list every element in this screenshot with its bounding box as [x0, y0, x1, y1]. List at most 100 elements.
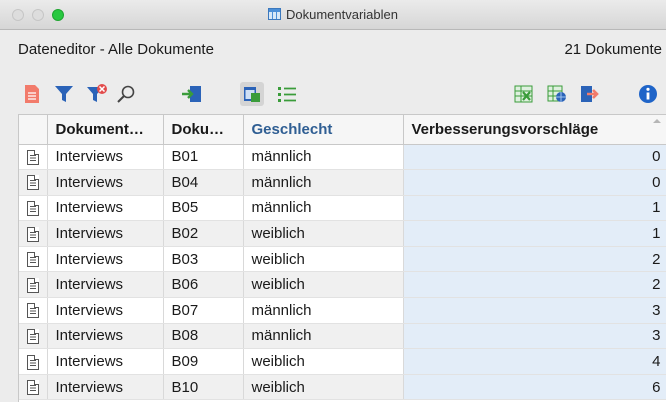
go-to-document-button[interactable] — [180, 82, 204, 106]
table-row[interactable]: Interviews B02 weiblich 1 — [19, 220, 666, 247]
cell-document-name[interactable]: B05 — [163, 195, 244, 222]
cell-document-name[interactable]: B07 — [163, 297, 244, 324]
cell-document-group[interactable]: Interviews — [47, 220, 164, 247]
table-row[interactable]: Interviews B09 weiblich 4 — [19, 348, 666, 375]
filter-button[interactable] — [52, 82, 76, 106]
table-row[interactable]: Interviews B07 männlich 3 — [19, 297, 666, 324]
cell-suggestions[interactable]: 2 — [403, 246, 666, 273]
toolbar — [0, 74, 666, 114]
cell-gender[interactable]: männlich — [243, 144, 404, 171]
cell-suggestions[interactable]: 1 — [403, 195, 666, 222]
editor-header: Dateneditor - Alle Dokumente 21 Dokument… — [0, 30, 666, 74]
cell-document-name[interactable]: B06 — [163, 271, 244, 299]
document-icon-cell[interactable] — [19, 348, 48, 375]
cell-document-group[interactable]: Interviews — [47, 246, 164, 273]
document-icon — [26, 303, 39, 319]
sort-indicator-icon — [652, 119, 661, 123]
document-icon-cell[interactable] — [19, 323, 48, 350]
document-icon-cell[interactable] — [19, 374, 48, 401]
document-icon — [26, 149, 39, 165]
cell-document-group[interactable]: Interviews — [47, 297, 164, 324]
table-row[interactable]: Interviews B05 männlich 1 — [19, 195, 666, 222]
cell-gender[interactable]: männlich — [243, 297, 404, 324]
window-title-text: Dokumentvariablen — [285, 7, 398, 22]
cell-suggestions[interactable]: 6 — [403, 374, 666, 401]
document-icon-cell[interactable] — [19, 169, 48, 196]
document-icon — [26, 354, 39, 370]
cell-gender[interactable]: weiblich — [243, 374, 404, 401]
arrow-into-icon — [182, 86, 201, 102]
export-button[interactable] — [578, 82, 602, 106]
table-view-button[interactable] — [240, 82, 264, 106]
cell-document-name[interactable]: B01 — [163, 144, 244, 171]
export-excel-button[interactable] — [512, 82, 536, 106]
cell-suggestions[interactable]: 4 — [403, 348, 666, 375]
filter-remove-icon — [87, 84, 107, 102]
table-row[interactable]: Interviews B04 männlich 0 — [19, 169, 666, 196]
title-bar: Dokumentvariablen — [0, 0, 666, 30]
column-header-suggestions[interactable]: Verbesserungsvorschläge — [403, 115, 666, 145]
cell-suggestions[interactable]: 3 — [403, 297, 666, 324]
web-export-icon — [547, 85, 566, 102]
document-icon-cell[interactable] — [19, 195, 48, 222]
info-button[interactable] — [636, 82, 660, 106]
document-icon-cell[interactable] — [19, 220, 48, 247]
cell-document-name[interactable]: B09 — [163, 348, 244, 375]
document-icon-cell[interactable] — [19, 144, 48, 171]
header-row: Dokument… Doku… Geschlecht Verbesserungs… — [19, 115, 666, 145]
cell-suggestions[interactable]: 3 — [403, 323, 666, 350]
cell-gender[interactable]: männlich — [243, 195, 404, 222]
list-view-button[interactable] — [275, 82, 299, 106]
table-row[interactable]: Interviews B03 weiblich 2 — [19, 246, 666, 273]
cell-document-name[interactable]: B03 — [163, 246, 244, 273]
cell-document-name[interactable]: B02 — [163, 220, 244, 247]
document-icon-cell[interactable] — [19, 297, 48, 324]
cell-gender[interactable]: weiblich — [243, 348, 404, 375]
cell-document-group[interactable]: Interviews — [47, 323, 164, 350]
document-add-icon — [25, 85, 39, 103]
table-row[interactable]: Interviews B01 männlich 0 — [19, 144, 666, 171]
column-header-document-name[interactable]: Doku… — [163, 115, 244, 145]
document-icon-cell[interactable] — [19, 246, 48, 273]
new-document-button[interactable] — [20, 82, 44, 106]
cell-gender[interactable]: weiblich — [243, 246, 404, 273]
excel-export-icon — [514, 85, 533, 103]
cell-document-name[interactable]: B04 — [163, 169, 244, 196]
table-body: Interviews B01 männlich 0 Interviews B04 männl… — [19, 144, 666, 401]
table-row[interactable]: Interviews B10 weiblich 6 — [19, 374, 666, 401]
export-arrow-icon — [581, 86, 599, 102]
column-header-document-group[interactable]: Dokument… — [47, 115, 164, 145]
cell-document-group[interactable]: Interviews — [47, 374, 164, 401]
cell-document-group[interactable]: Interviews — [47, 144, 164, 171]
cell-suggestions[interactable]: 1 — [403, 220, 666, 247]
cell-document-group[interactable]: Interviews — [47, 271, 164, 299]
data-grid: Dokument… Doku… Geschlecht Verbesserungs… — [18, 114, 666, 402]
list-icon — [278, 87, 296, 102]
export-web-button[interactable] — [545, 82, 569, 106]
table-row[interactable]: Interviews B06 weiblich 2 — [19, 271, 666, 299]
cell-suggestions[interactable]: 0 — [403, 169, 666, 196]
cell-suggestions[interactable]: 2 — [403, 271, 666, 299]
clear-filter-button[interactable] — [85, 82, 109, 106]
cell-gender[interactable]: weiblich — [243, 271, 404, 299]
cell-gender[interactable]: männlich — [243, 169, 404, 196]
document-icon-cell[interactable] — [19, 271, 48, 299]
cell-gender[interactable]: weiblich — [243, 220, 404, 247]
table-row[interactable]: Interviews B08 männlich 3 — [19, 323, 666, 350]
column-header-gender[interactable]: Geschlecht — [243, 115, 404, 145]
cell-document-group[interactable]: Interviews — [47, 169, 164, 196]
cell-gender[interactable]: männlich — [243, 323, 404, 350]
cell-suggestions[interactable]: 0 — [403, 144, 666, 171]
cell-document-name[interactable]: B10 — [163, 374, 244, 401]
cell-document-group[interactable]: Interviews — [47, 195, 164, 222]
column-header-icon[interactable] — [19, 115, 48, 145]
document-icon — [26, 277, 39, 293]
variables-table: Dokument… Doku… Geschlecht Verbesserungs… — [19, 115, 666, 401]
editor-title: Dateneditor - Alle Dokumente — [18, 41, 214, 58]
document-count: 21 Dokumente — [564, 41, 662, 58]
cell-document-group[interactable]: Interviews — [47, 348, 164, 375]
search-button[interactable] — [114, 82, 138, 106]
cell-document-name[interactable]: B08 — [163, 323, 244, 350]
table-view-icon — [244, 87, 260, 102]
table-icon — [267, 8, 281, 20]
